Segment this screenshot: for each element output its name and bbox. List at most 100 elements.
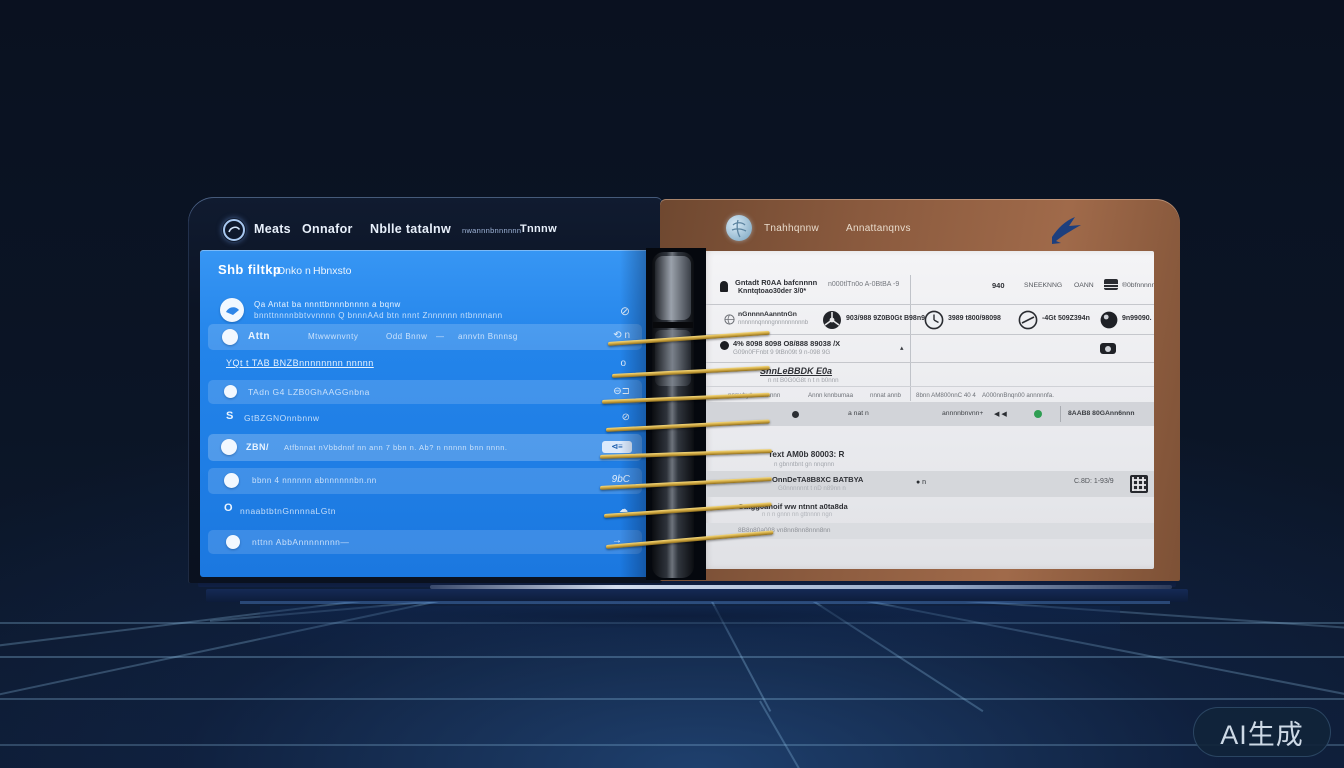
device-base-highlight: [240, 601, 1170, 604]
qr-code-icon[interactable]: [1130, 475, 1148, 493]
row-text: Qa Antat ba nnnttbnnnbnnnn a bqnw: [254, 300, 401, 309]
column-header: A000nnBnqn00 annnnnfa.: [982, 392, 1054, 399]
status-dot-dark: [792, 411, 799, 418]
nav-item[interactable]: Tnahhqnnw: [764, 223, 819, 234]
wheel-icon: [822, 310, 842, 330]
tab-active[interactable]: Shb filtkp: [218, 262, 281, 277]
nav-item[interactable]: Onnafor: [302, 222, 353, 236]
row-text: nnaabtbtnGnnnnaLGtn: [240, 506, 336, 516]
left-device: Meats Onnafor Nblle tatalnw nwannnbnnnnn…: [188, 197, 662, 583]
left-screen: Shb filtkp Onko n Hbnxsto Qa Antat ba nn…: [200, 250, 650, 577]
cell-value: OANN: [1074, 282, 1094, 289]
cell-value: 940: [992, 281, 1005, 290]
cell-text: 8AAB8 80GAnn6nnn: [1068, 410, 1134, 417]
row-link[interactable]: YQt t TAB BNZBnnnnnnnn nnnnn: [226, 358, 374, 368]
section-title: SnnLeBBDK E0a: [760, 366, 832, 376]
camera-icon[interactable]: [1100, 343, 1116, 354]
list-item[interactable]: O nnaabtbtnGnnnnaLGtn ☁: [200, 500, 650, 522]
bird-cursor-icon[interactable]: [1048, 213, 1084, 247]
column-header: nnnat annb: [870, 392, 901, 399]
watermark-badge: AI生成: [1193, 707, 1331, 757]
row-text: bbnn 4 nnnnnn abnnnnnnbn.nn: [252, 476, 377, 485]
document-page: Gntadt R0AA bafcnnnn Knntqtoao30der 3/0*…: [702, 251, 1154, 569]
cell-text: 3989 t800/98098: [948, 315, 1001, 322]
cell-title: 4% 8098 8098 O8/888 89038 /X: [733, 339, 840, 348]
floor-reflection: [260, 606, 1120, 662]
grid-icon[interactable]: [1104, 279, 1118, 290]
list-item[interactable]: bbnn 4 nnnnnn abnnnnnnbn.nn 9bC: [208, 468, 642, 494]
list-item[interactable]: YQt t TAB BNZBnnnnnnnn nnnnn o: [200, 354, 650, 376]
floor-grid-line: [0, 698, 1344, 700]
cell-text: -4Gt 509Z394n: [1042, 315, 1090, 322]
table-header-row: nnnwbyttoaannnnn Annn knnbumaa nnnat ann…: [702, 389, 1154, 402]
cell-mid-glyph: ● n: [916, 479, 926, 486]
list-item[interactable]: S GtBZGNOnnbnnw ⊘: [200, 408, 650, 430]
binder-spine-cap: [655, 256, 691, 320]
row-menu-item[interactable]: annvtn Bnnnsg: [458, 332, 518, 341]
nav-item-suffix: nwannnbnnnnnn: [462, 226, 521, 235]
row-menu-item[interactable]: Odd Bnnw: [386, 332, 427, 341]
section-subtitle: n gbnntbnt gn nnqnnn: [774, 461, 834, 468]
cell-subtitle: G09n0FFnbt 9 9tBn09t 9 n-098 9G: [733, 349, 830, 356]
cell-text: a nat n: [848, 410, 869, 417]
avatar-dot-icon: [221, 439, 237, 455]
cell-subtitle: Knntqtoao30der 3/0*: [738, 288, 806, 295]
cell-text: 9n99090.: [1122, 315, 1152, 322]
watermark-label: AI生成: [1220, 713, 1304, 752]
row-lead-glyph: ZBN/: [246, 442, 269, 452]
column-header: Annn knnbumaa: [808, 392, 853, 399]
cell-text: nGnnnnAanntnGn: [738, 311, 797, 318]
app-logo-icon[interactable]: [222, 218, 246, 242]
row-menu-item: —: [436, 332, 445, 341]
cell-value: ®0bfnnnnn: [1122, 282, 1154, 289]
section-title: Text AM0b 80003: R: [768, 450, 844, 459]
nav-item[interactable]: Tnnnw: [520, 223, 557, 235]
cell-mid-glyph: ▴: [900, 344, 904, 352]
globe-small-icon: [724, 312, 735, 323]
section-subtitle: n n n gnnn nn gttnnnn ngn: [762, 512, 832, 518]
table-row[interactable]: 4% 8098 8098 O8/888 89038 /X G09n0FFnbt …: [702, 335, 1154, 363]
row-text: nttnn AbbAnnnnnnnn—: [252, 537, 349, 547]
cell-text: 903/988 9Z0B0Gt B98n9: [846, 315, 925, 322]
row-lead-glyph: O: [224, 502, 233, 514]
avatar-dot-icon: [222, 329, 238, 345]
nav-item[interactable]: Annattanqnvs: [846, 223, 911, 234]
row-subtext: bnnttnnnnbbtvvnnnn Q bnnnAAd btn nnnt Zn…: [254, 311, 503, 320]
row-label: Attn: [248, 331, 270, 342]
clock-icon: [924, 310, 944, 330]
table-row[interactable]: nGnnnnAanntnGn nnnnnnqnnngnnnnnnnnnb 903…: [702, 305, 1154, 335]
marker-icon: [720, 281, 728, 292]
bird-badge-icon: [220, 298, 244, 322]
scene: Meats Onnafor Nblle tatalnw nwannnbnnnnn…: [0, 0, 1344, 768]
table-row[interactable]: Gntadt R0AA bafcnnnn Knntqtoao30der 3/0*…: [702, 275, 1154, 305]
globe-logo-icon[interactable]: [726, 215, 752, 241]
row-text: TAdn G4 LZB0GhAAGGnbna: [248, 387, 370, 397]
list-item[interactable]: ZBN/ Atfbnnat nVbbdnnf nn ann 7 bbn n. A…: [208, 434, 642, 461]
right-device: Tnahhqnnw Annattanqnvs Gntadt R0AA bafcn…: [660, 199, 1180, 581]
nav-item[interactable]: Meats: [254, 222, 291, 236]
cell-divider: [1060, 406, 1061, 422]
arrows-icon[interactable]: ◀ ◀: [994, 410, 1007, 418]
tab[interactable]: Onko n: [277, 265, 311, 277]
cell-title: OnnDeTA8B8XC BATBYA: [772, 475, 863, 484]
cell-subtext: nnnnnnqnnngnnnnnnnnnb: [738, 320, 808, 326]
table-row[interactable]: OnnDeTA8B8XC BATBYA G0nnnnnnt t nD n89nn…: [702, 471, 1154, 497]
nav-item[interactable]: Nblle tatalnw: [370, 222, 451, 236]
tab[interactable]: Hbnxsto: [313, 265, 352, 277]
avatar-dot-icon: [224, 473, 239, 488]
cell-note: n000tlTn0o A-0BtBA -9: [828, 281, 899, 288]
table-row: SnnLeBBDK E0a n nt B0G0G8t n t n b0nnn: [702, 363, 1154, 387]
avatar-dot-icon: [226, 535, 240, 549]
marker-icon: [720, 341, 729, 350]
list-item[interactable]: nttnn AbbAnnnnnnnn— →: [208, 530, 642, 554]
lens-icon: [1100, 311, 1118, 329]
binder-spine-band: [653, 322, 693, 328]
table-row[interactable]: a nat n annnnbnvnn+ ◀ ◀ 8AAB8 80GAnn6nnn: [702, 402, 1154, 426]
section-subtitle: n nt B0G0G8t n t n b0nnn: [768, 377, 839, 384]
list-item[interactable]: Qa Antat ba nnnttbnnnbnnnn a bqnw bnnttn…: [200, 296, 650, 326]
list-item[interactable]: Attn Mtwwwnvnty Odd Bnnw — annvtn Bnnnsg…: [208, 324, 642, 350]
row-menu-item[interactable]: Mtwwwnvnty: [308, 332, 358, 341]
floor-grid-line: [0, 744, 1344, 746]
list-item[interactable]: TAdn G4 LZB0GhAAGGnbna ⊖⊐: [208, 380, 642, 404]
status-dot-green: [1034, 410, 1042, 418]
